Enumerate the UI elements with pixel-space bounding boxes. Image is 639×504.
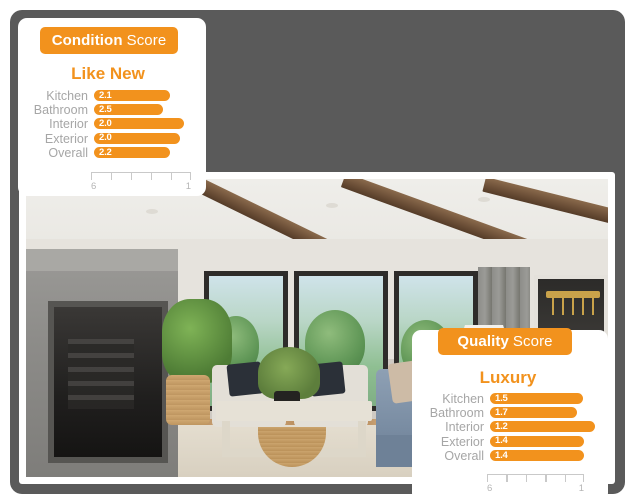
quality-score-rows: Kitchen 1.5 Bathroom 1.7 Interior 1.2 Ex… xyxy=(416,392,596,463)
axis-low-label: 6 xyxy=(91,181,97,192)
condition-axis: 6 1 xyxy=(91,172,191,193)
score-bar: 2.2 xyxy=(94,146,171,158)
row-label-kitchen: Kitchen xyxy=(46,89,88,104)
bar-track: 2.1 xyxy=(94,89,192,103)
bar-track: 1.5 xyxy=(490,392,596,406)
score-bar: 1.4 xyxy=(490,449,585,461)
score-value: 2.5 xyxy=(99,103,112,115)
score-bar: 2.0 xyxy=(94,118,185,130)
axis-high-label: 1 xyxy=(185,181,191,192)
screenshot-stage: Condition Score Like New Kitchen 2.1 Bat… xyxy=(0,0,639,504)
bar-track: 1.2 xyxy=(490,420,596,434)
condition-score-badge: Condition Score xyxy=(40,27,178,54)
bar-track: 1.4 xyxy=(490,435,596,449)
row-label-bathroom: Bathroom xyxy=(33,103,88,118)
score-value: 2.0 xyxy=(99,118,112,130)
score-bar: 2.1 xyxy=(94,89,171,101)
score-value: 2.2 xyxy=(99,146,112,158)
row-label-exterior: Exterior xyxy=(440,434,484,449)
quality-score-badge: Quality Score xyxy=(438,328,572,355)
condition-badge-bold: Condition xyxy=(51,32,123,49)
quality-badge-bold: Quality xyxy=(457,333,509,350)
score-value: 2.1 xyxy=(99,89,112,101)
row-label-interior: Interior xyxy=(445,420,484,435)
axis-tick-labels: 6 1 xyxy=(91,181,191,193)
table-row: Exterior 2.0 xyxy=(22,132,192,146)
row-label-exterior: Exterior xyxy=(44,131,88,146)
score-value: 1.4 xyxy=(495,449,508,461)
score-bar: 2.5 xyxy=(94,103,163,116)
quality-tier-label: Luxury xyxy=(479,368,537,387)
condition-badge-light: Score xyxy=(126,32,167,49)
bar-track: 2.2 xyxy=(94,146,192,160)
score-value: 1.7 xyxy=(495,406,508,418)
bar-track: 1.4 xyxy=(490,449,596,463)
condition-tier-label: Like New xyxy=(71,64,145,83)
table-row: Bathroom 1.7 xyxy=(416,406,596,420)
row-label-overall: Overall xyxy=(444,448,484,463)
condition-score-rows: Kitchen 2.1 Bathroom 2.5 Interior 2.0 Ex… xyxy=(22,89,192,160)
score-value: 2.0 xyxy=(99,132,112,144)
row-label-overall: Overall xyxy=(48,145,88,160)
table-row: Exterior 1.4 xyxy=(416,435,596,449)
row-label-interior: Interior xyxy=(49,117,88,132)
bar-track: 2.0 xyxy=(94,117,192,131)
table-row: Kitchen 1.5 xyxy=(416,392,596,406)
table-row: Overall 1.4 xyxy=(416,449,596,463)
row-label-kitchen: Kitchen xyxy=(442,392,484,407)
score-value: 1.5 xyxy=(495,392,508,404)
table-row: Interior 2.0 xyxy=(22,117,192,131)
axis-tick-labels: 6 1 xyxy=(487,483,584,495)
score-bar: 1.2 xyxy=(490,421,595,433)
axis-high-label: 1 xyxy=(578,483,584,494)
score-bar: 1.7 xyxy=(490,406,577,419)
axis-line xyxy=(91,172,191,180)
axis-low-label: 6 xyxy=(487,483,493,494)
score-bar: 2.0 xyxy=(94,132,181,144)
bar-track: 2.5 xyxy=(94,103,192,117)
score-value: 1.4 xyxy=(495,435,508,447)
bar-track: 2.0 xyxy=(94,132,192,146)
score-bar: 1.5 xyxy=(490,392,584,404)
quality-badge-light: Score xyxy=(512,333,553,350)
score-bar: 1.4 xyxy=(490,435,585,447)
table-row: Overall 2.2 xyxy=(22,146,192,160)
score-value: 1.2 xyxy=(495,421,508,433)
table-row: Kitchen 2.1 xyxy=(22,89,192,103)
axis-line xyxy=(487,474,584,482)
row-label-bathroom: Bathroom xyxy=(429,406,484,421)
quality-axis: 6 1 xyxy=(487,474,584,495)
table-row: Interior 1.2 xyxy=(416,420,596,434)
table-row: Bathroom 2.5 xyxy=(22,103,192,117)
bar-track: 1.7 xyxy=(490,406,596,420)
